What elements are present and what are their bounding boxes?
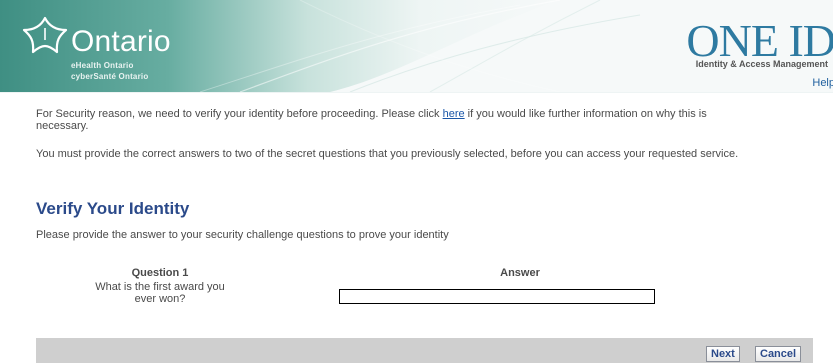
intro-paragraph: For Security reason, we need to verify y… — [36, 108, 756, 132]
help-link[interactable]: Help — [812, 77, 833, 89]
brand-line-cybersante: cyberSanté Ontario — [71, 72, 149, 81]
answer-input[interactable] — [339, 289, 655, 304]
intro-text-before: For Security reason, we need to verify y… — [36, 108, 443, 120]
answer-header: Answer — [500, 267, 540, 279]
cancel-button[interactable]: Cancel — [755, 346, 802, 362]
page-subtitle: Please provide the answer to your securi… — [36, 229, 449, 241]
next-button[interactable]: Next — [706, 346, 740, 362]
more-info-link[interactable]: here — [443, 108, 465, 120]
requirement-paragraph: You must provide the correct answers to … — [36, 148, 739, 160]
site-header: Ontario eHealth Ontario cyberSanté Ontar… — [0, 0, 833, 93]
question-header: Question 1 — [131, 267, 189, 279]
product-tagline: Identity & Access Management — [695, 59, 828, 69]
brand-name: Ontario — [71, 25, 171, 58]
page-title: Verify Your Identity — [36, 199, 190, 218]
trillium-logo-icon — [22, 16, 68, 54]
brand-line-ehealth: eHealth Ontario — [71, 61, 134, 70]
action-bar — [36, 338, 813, 363]
question-text: What is the first award you ever won? — [95, 281, 225, 305]
